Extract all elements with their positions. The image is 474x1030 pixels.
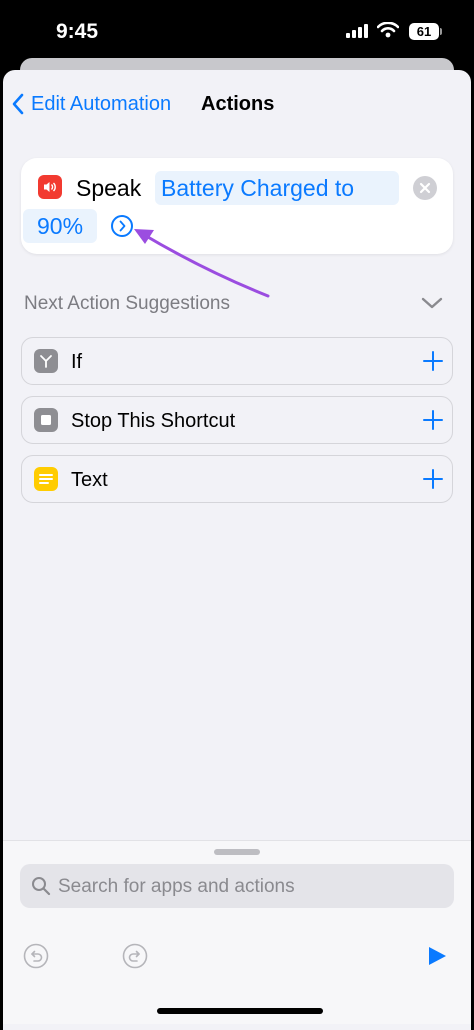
battery-tip bbox=[440, 28, 442, 35]
chevron-down-icon[interactable] bbox=[421, 296, 443, 310]
search-placeholder: Search for apps and actions bbox=[58, 876, 295, 897]
speak-text-token-line1[interactable]: Battery Charged to bbox=[161, 175, 354, 202]
page-title: Actions bbox=[201, 93, 275, 115]
suggestion-label: Stop This Shortcut bbox=[71, 410, 236, 432]
text-icon bbox=[34, 467, 58, 491]
add-icon[interactable] bbox=[422, 468, 444, 490]
if-icon bbox=[34, 349, 58, 373]
status-time: 9:45 bbox=[56, 20, 99, 43]
stop-icon bbox=[34, 408, 58, 432]
expand-options-button[interactable] bbox=[111, 215, 133, 237]
panel-grabber[interactable] bbox=[214, 849, 260, 855]
speak-text-token-line2[interactable]: 90% bbox=[37, 213, 83, 240]
speak-action-card[interactable]: Speak Battery Charged to 90% bbox=[21, 158, 453, 254]
home-indicator bbox=[157, 1008, 323, 1014]
add-icon[interactable] bbox=[422, 409, 444, 431]
suggestions-title: Next Action Suggestions bbox=[24, 293, 230, 314]
suggestion-label: Text bbox=[71, 469, 108, 491]
search-input[interactable]: Search for apps and actions bbox=[20, 864, 454, 908]
cellular-signal-icon bbox=[346, 24, 368, 38]
chevron-right-icon bbox=[119, 220, 126, 232]
wifi-icon bbox=[377, 22, 399, 38]
add-icon[interactable] bbox=[422, 350, 444, 372]
battery-icon: 61 bbox=[409, 23, 439, 40]
status-bar: 9:45 61 bbox=[0, 0, 474, 62]
chevron-left-icon bbox=[12, 93, 24, 115]
suggestion-row-if[interactable]: If bbox=[21, 337, 453, 385]
close-icon bbox=[419, 182, 431, 194]
navigation-bar: Edit Automation Actions bbox=[3, 70, 471, 140]
search-icon bbox=[32, 877, 51, 896]
back-button[interactable]: Edit Automation bbox=[11, 90, 171, 118]
remove-action-button[interactable] bbox=[413, 176, 437, 200]
suggestion-label: If bbox=[71, 351, 83, 373]
suggestion-row-stop-this-shortcut[interactable]: Stop This Shortcut bbox=[21, 396, 453, 444]
suggestion-row-text[interactable]: Text bbox=[21, 455, 453, 503]
action-verb: Speak bbox=[76, 175, 142, 201]
redo-icon[interactable] bbox=[122, 943, 148, 969]
back-label: Edit Automation bbox=[31, 92, 172, 115]
undo-icon[interactable] bbox=[23, 943, 49, 969]
play-icon[interactable] bbox=[426, 945, 448, 967]
speaker-icon bbox=[38, 175, 62, 199]
bottom-panel: Search for apps and actions bbox=[3, 840, 471, 1024]
